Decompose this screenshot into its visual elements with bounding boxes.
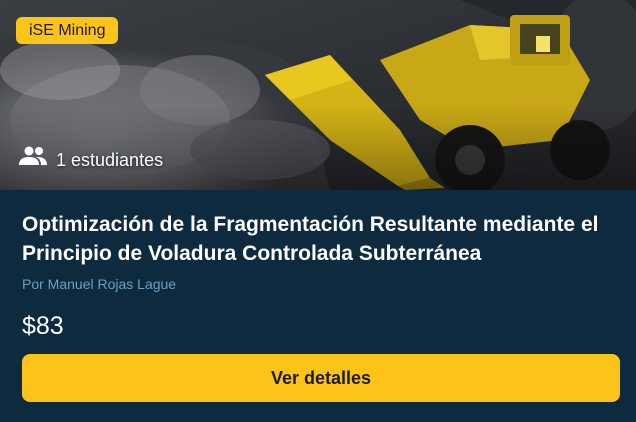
brand-badge: iSE Mining: [16, 17, 119, 44]
view-details-button[interactable]: Ver detalles: [22, 354, 620, 402]
course-price: $83: [22, 312, 64, 340]
card-body: Optimización de la Fragmentación Resulta…: [0, 190, 636, 422]
course-thumbnail: iSE Mining 1 estudiantes: [0, 0, 636, 190]
course-card[interactable]: iSE Mining 1 estudiantes Optimización de…: [0, 0, 636, 422]
course-title[interactable]: Optimización de la Fragmentación Resulta…: [22, 210, 622, 268]
course-author: Por Manuel Rojas Lague: [22, 276, 177, 292]
people-icon: [18, 146, 48, 170]
students-count: 1 estudiantes: [18, 146, 163, 174]
students-label: 1 estudiantes: [56, 149, 164, 170]
